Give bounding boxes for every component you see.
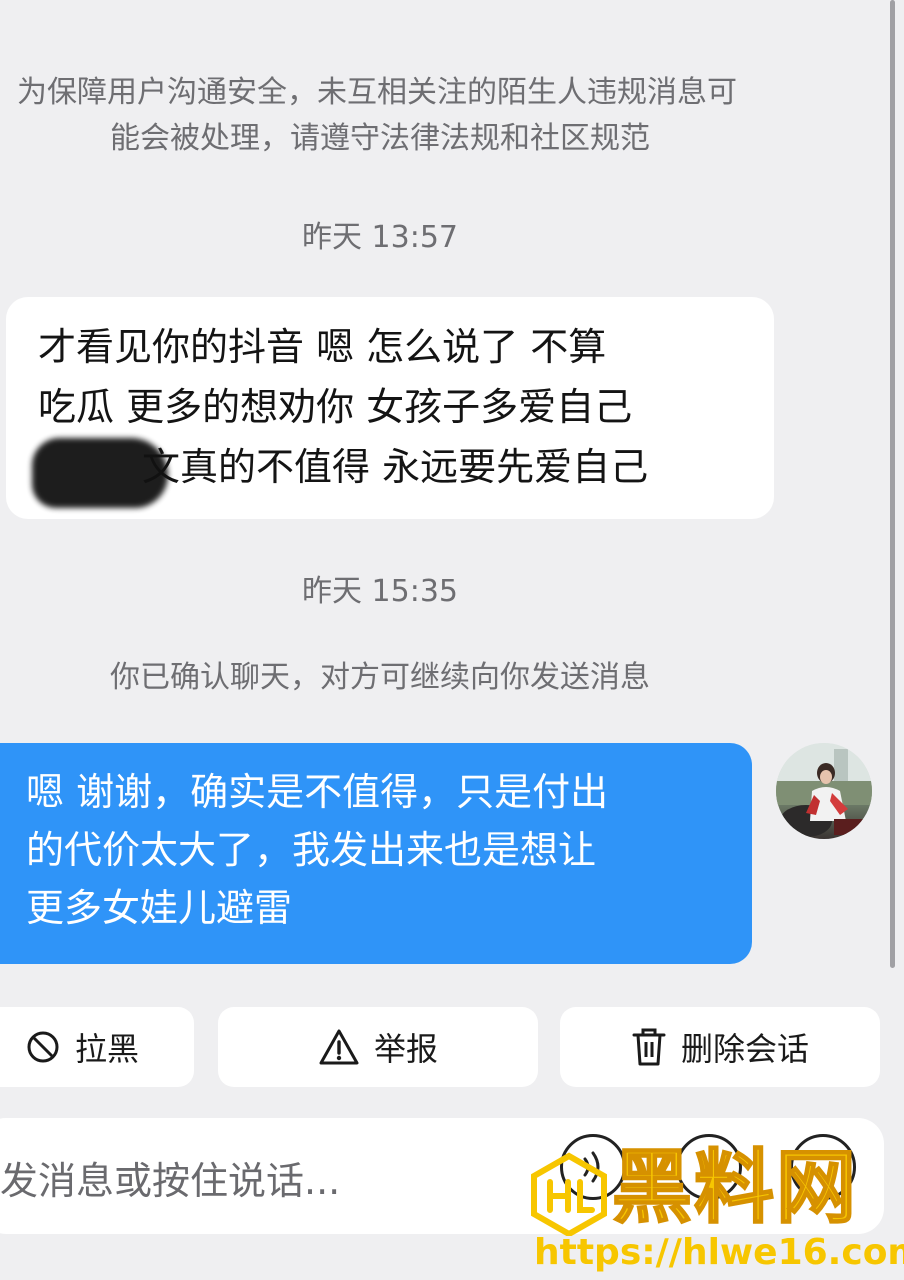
outgoing-message-bubble[interactable]: 嗯 谢谢，确实是不值得，只是付出 的代价太大了，我发出来也是想让 更多女娃儿避雷: [0, 743, 752, 964]
outgoing-message-line-3: 更多女娃儿避雷: [26, 886, 293, 930]
scrollbar[interactable]: [890, 0, 895, 968]
block-button-label: 拉黑: [74, 1030, 139, 1068]
watermark-url: https://hlwe16.com: [534, 1232, 904, 1273]
chat-confirmed-notice: 你已确认聊天，对方可继续向你发送消息: [110, 660, 650, 695]
delete-conversation-label: 删除会话: [680, 1030, 809, 1068]
avatar-image: [776, 743, 872, 837]
watermark-logo: [528, 1152, 610, 1238]
message-input[interactable]: 发消息或按住说话...: [0, 1150, 340, 1205]
timestamp-1: 昨天 13:57: [302, 220, 458, 255]
safety-notice-line-2: 能会被处理，请遵守法律法规和社区规范: [110, 121, 650, 156]
outgoing-message-line-1: 嗯 谢谢，确实是不值得，只是付出: [26, 770, 609, 814]
report-button[interactable]: 举报: [218, 1007, 538, 1087]
safety-notice-line-1: 为保障用户沟通安全，未互相关注的陌生人违规消息可: [17, 75, 737, 110]
report-button-label: 举报: [373, 1030, 438, 1068]
redaction-mark: [32, 438, 168, 508]
trash-icon: [631, 1027, 667, 1067]
watermark-text: 黑料网: [611, 1140, 858, 1235]
block-icon: [25, 1029, 61, 1065]
safety-notice: 为保障用户沟通安全，未互相关注的陌生人违规消息可 能会被处理，请遵守法律法规和社…: [0, 70, 760, 162]
avatar[interactable]: [776, 743, 872, 839]
incoming-message-line-2: 吃瓜 更多的想劝你 女孩子多爱自己: [38, 385, 633, 429]
incoming-message-line-1: 才看见你的抖音 嗯 怎么说了 不算: [38, 325, 607, 369]
timestamp-2: 昨天 15:35: [302, 574, 458, 609]
block-button[interactable]: 拉黑: [0, 1007, 194, 1087]
outgoing-message-line-2: 的代价太大了，我发出来也是想让: [26, 828, 597, 872]
warning-icon: [318, 1028, 360, 1066]
delete-conversation-button[interactable]: 删除会话: [560, 1007, 880, 1087]
